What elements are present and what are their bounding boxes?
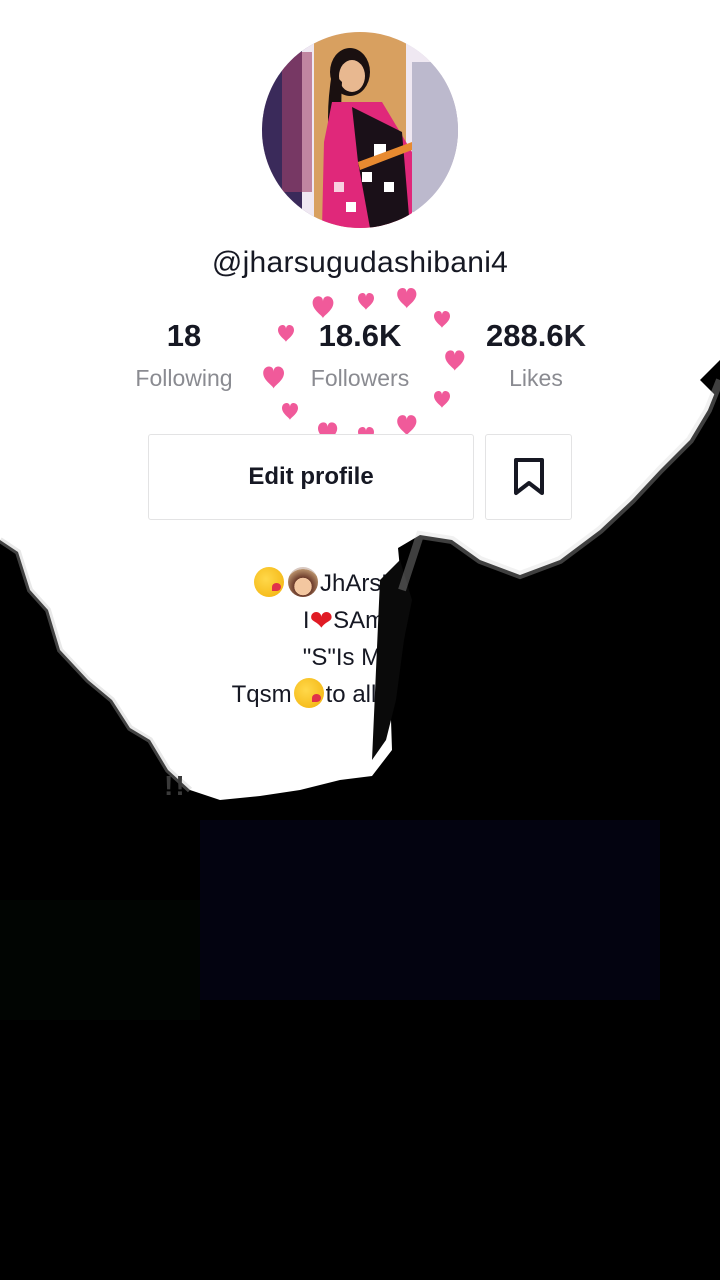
profile-avatar[interactable] (262, 32, 458, 228)
likes-label: Likes (509, 365, 563, 391)
avatar-photo (262, 32, 458, 228)
heart-icon (397, 287, 417, 309)
bookmark-button[interactable] (485, 434, 572, 520)
kissing-face-icon (253, 567, 284, 597)
bio-line-1-text: JhArsUguDiA (319, 570, 465, 597)
bride-icon (287, 567, 318, 597)
faint-overlay-text: !! (164, 770, 187, 801)
stat-followers[interactable]: 18.6K Followers (270, 316, 450, 396)
bio-line-2-text: SAmB (333, 607, 402, 634)
following-label: Following (135, 365, 233, 391)
bio-line-3-text: "S"Is My L (302, 644, 414, 671)
bio-line-2-prefix: I (302, 607, 310, 634)
bio-line-2: I❤SAmB (0, 603, 712, 639)
followers-label: Followers (310, 365, 410, 391)
heart-icon (397, 415, 417, 436)
edit-profile-button[interactable]: Edit profile (148, 434, 474, 520)
heart-icon (358, 292, 374, 310)
username: @jharsugudashibani4 (211, 246, 509, 279)
bio-line-1: JhArsUguDiA (0, 566, 718, 602)
likes-count: 288.6K (486, 318, 586, 353)
bookmark-icon (513, 458, 544, 495)
stat-likes[interactable]: 288.6K Likes (446, 316, 626, 396)
bio-line-4-text: to all (325, 681, 377, 708)
following-count: 18 (166, 318, 202, 353)
heart-icon (282, 402, 298, 420)
profile-screen: @jharsugudashibani4 18 Following 18.6K F… (0, 0, 720, 1280)
followers-count: 18.6K (318, 318, 402, 353)
bio-line-4: Tqsm to all (0, 677, 664, 713)
bio-line-4-prefix: Tqsm (231, 681, 292, 708)
stat-following[interactable]: 18 Following (94, 316, 274, 396)
kissing-face-icon (293, 678, 324, 708)
bio-line-3: "S"Is My L (0, 640, 718, 676)
red-heart-icon: ❤ (309, 605, 334, 636)
